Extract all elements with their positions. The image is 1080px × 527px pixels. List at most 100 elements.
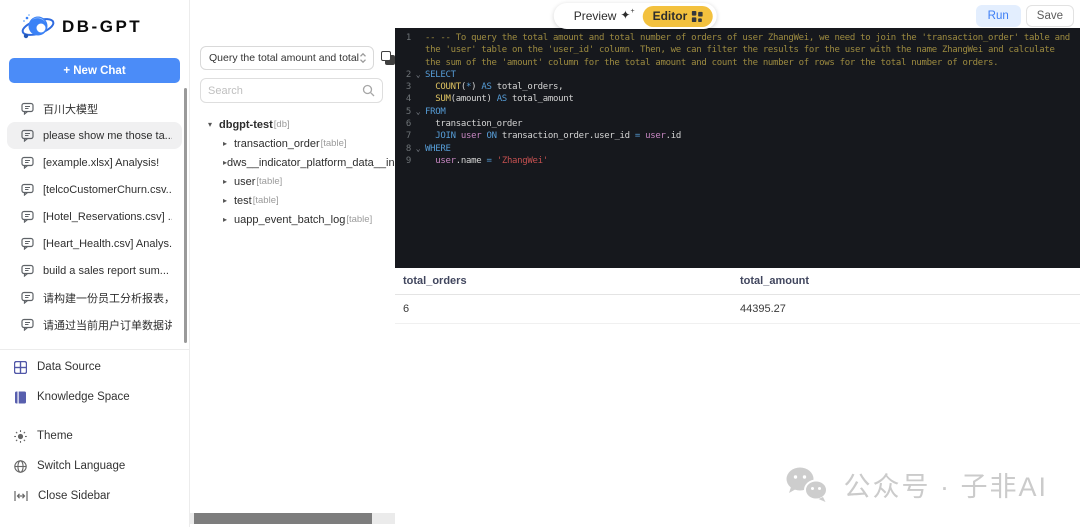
fold-chevron-icon[interactable] [411,44,425,56]
save-button[interactable]: Save [1025,5,1074,27]
fold-chevron-icon[interactable] [411,118,425,130]
fold-chevron-icon[interactable] [411,130,425,142]
sidebar-scrollbar[interactable] [184,88,187,343]
code-line: 7 JOIN user ON transaction_order.user_id… [395,130,1080,142]
line-number: 2 [405,69,411,80]
tree-item-name: transaction_order [234,137,320,150]
line-number: 6 [405,119,411,130]
tab-preview[interactable]: Preview ✦+ [566,3,643,29]
chat-item-label: 请通过当前用户订单数据讲... [43,319,172,332]
search-input[interactable] [208,84,362,97]
code-line: 5 ⌄ FROM [395,106,1080,118]
line-number: 7 [405,131,411,142]
close-sidebar[interactable]: Close Sidebar [0,481,189,511]
line-number: 5 [405,106,411,117]
line-number [395,44,411,56]
tree-caret-icon[interactable]: ▸ [223,139,234,148]
tree-item[interactable]: ▾ dbgpt-test [db] [190,115,395,134]
wechat-icon [785,466,831,504]
code-tokens: the 'user' table on the 'user_id' column… [425,45,1055,56]
code-line: 9 user.name = 'ZhangWei' [395,155,1080,167]
sql-editor[interactable]: 1 -- -- To query the total amount and to… [395,28,1080,268]
tree-caret-icon[interactable]: ▸ [223,215,234,224]
tree-item[interactable]: ▸ dws__indicator_platform_data__incr [190,153,395,172]
chat-item[interactable]: [telcoCustomerChurn.csv... [7,176,182,203]
chat-bubble-icon [21,318,34,331]
grid-layout-icon [691,10,703,22]
db-tree: ▾ dbgpt-test [db] ▸ transaction_order [t… [190,115,395,229]
tree-item[interactable]: ▸ test [table] [190,191,395,210]
search-box [200,78,383,103]
tree-caret-icon[interactable]: ▾ [208,120,219,129]
code-line: the sum of the 'amount' column for the t… [395,57,1080,69]
code-tokens: COUNT(*) AS total_orders, [435,82,564,93]
code-tokens: FROM [425,106,446,117]
tree-caret-icon[interactable]: ▸ [223,196,234,205]
results-table: total_orders total_amount 6 44395.27 [395,268,1080,324]
tree-caret-icon[interactable]: ▸ [223,177,234,186]
new-chat-button[interactable]: + New Chat [9,58,180,83]
knowledge-space-icon [14,391,27,404]
db-gpt-app: DB-GPT + New Chat 百川大模型 please show me t… [0,0,1080,527]
fold-chevron-icon[interactable] [411,155,425,167]
horizontal-scrollbar-thumb[interactable] [194,513,372,524]
chat-item[interactable]: [Heart_Health.csv] Analys... [7,230,182,257]
code-tokens: WHERE [425,143,451,154]
chat-item-label: [Hotel_Reservations.csv] ... [43,210,172,223]
query-select[interactable]: Query the total amount and total [200,46,375,70]
chat-item-label: please show me those ta... [43,129,172,142]
chat-item[interactable]: [example.xlsx] Analysis! [7,149,182,176]
chat-item[interactable]: [Hotel_Reservations.csv] ... [7,203,182,230]
code-line: 2 ⌄ SELECT [395,69,1080,81]
chat-item[interactable]: 请构建一份员工分析报表，... [7,284,182,311]
table-cell: 6 [403,303,410,315]
code-line: 6 transaction_order [395,118,1080,130]
fold-chevron-icon[interactable] [411,57,425,69]
select-arrows-icon [359,52,367,64]
fold-chevron-icon[interactable]: ⌄ [411,143,425,155]
sidebar-item-knowledge-space[interactable]: Knowledge Space [0,382,189,412]
run-button[interactable]: Run [975,5,1021,27]
tab-editor[interactable]: Editor [642,5,713,27]
fold-chevron-icon[interactable] [411,93,425,105]
table-row: 6 44395.27 [395,295,1080,324]
sidebar-item-data-source[interactable]: Data Source [0,352,189,382]
chat-item[interactable]: please show me those ta... [7,122,182,149]
theme-icon [14,429,27,443]
chat-item-label: [Heart_Health.csv] Analys... [43,237,172,250]
switch-language[interactable]: Switch Language [0,451,189,481]
results-header-row: total_orders total_amount [395,268,1080,295]
sidebar-divider [0,349,189,350]
tree-item[interactable]: ▸ uapp_event_batch_log [table] [190,210,395,229]
chat-item-label: 百川大模型 [43,103,98,116]
fold-chevron-icon[interactable] [411,32,425,44]
chat-item[interactable]: build a sales report sum... [7,257,182,284]
app-logo: DB-GPT [0,0,189,50]
tree-item-tag: [table] [346,214,373,225]
chat-item-label: 请构建一份员工分析报表，... [43,292,172,305]
tree-item-name: dws__indicator_platform_data__incr [227,156,395,169]
copy-button[interactable] [381,50,395,66]
code-line: 3 COUNT(*) AS total_orders, [395,81,1080,93]
fold-chevron-icon[interactable]: ⌄ [411,69,425,81]
sidebar: DB-GPT + New Chat 百川大模型 please show me t… [0,0,190,527]
chat-bubble-icon [21,264,34,277]
switch-language-label: Switch Language [37,460,126,472]
line-number: 3 [405,82,411,93]
results-column-header: total_orders [403,275,467,287]
theme-toggle[interactable]: Theme [0,421,189,451]
tree-item-name: test [234,194,252,207]
tree-item-tag: [table] [256,176,283,187]
chat-item-label: [example.xlsx] Analysis! [43,156,160,169]
code-tokens: SUM(amount) AS total_amount [435,94,574,105]
sidebar-footer: Theme Switch Language Close Sidebar [0,421,189,527]
watermark-text: 公众号 · 子非AI [843,472,1048,502]
chat-bubble-icon [21,210,34,223]
chat-item[interactable]: 请通过当前用户订单数据讲... [7,311,182,338]
tree-item[interactable]: ▸ transaction_order [table] [190,134,395,153]
tree-item[interactable]: ▸ user [table] [190,172,395,191]
fold-chevron-icon[interactable] [411,81,425,93]
fold-chevron-icon[interactable]: ⌄ [411,106,425,118]
chat-item[interactable]: 百川大模型 [7,95,182,122]
chat-bubble-icon [21,291,34,304]
